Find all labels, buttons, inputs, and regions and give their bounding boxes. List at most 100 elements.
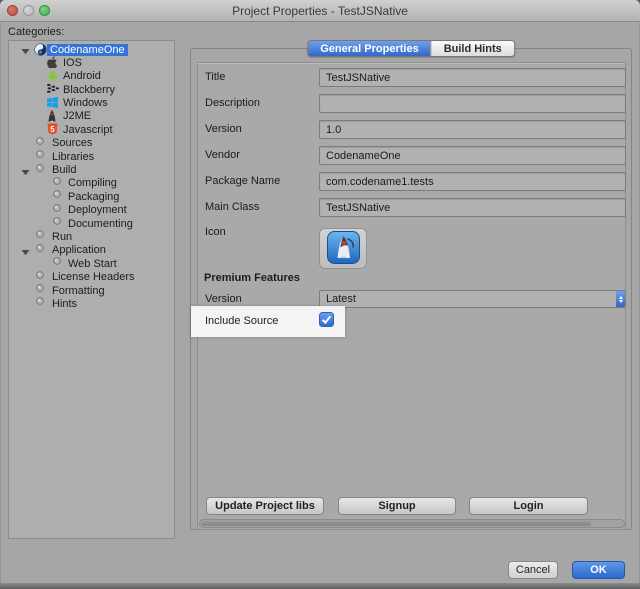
node-icon xyxy=(36,150,44,158)
window-title: Project Properties - TestJSNative xyxy=(232,4,408,18)
tree-item-label: Hints xyxy=(52,297,78,310)
version-field[interactable] xyxy=(319,120,626,139)
title-bar[interactable]: Project Properties - TestJSNative xyxy=(0,0,640,22)
android-icon xyxy=(47,70,58,82)
node-icon xyxy=(36,270,44,279)
node-icon xyxy=(53,203,61,212)
package-name-label: Package Name xyxy=(205,175,281,187)
horizontal-scrollbar[interactable] xyxy=(199,519,625,528)
description-field[interactable] xyxy=(319,94,626,113)
tree-item-libraries[interactable]: Libraries xyxy=(9,150,174,163)
update-project-libs-button[interactable]: Update Project libs xyxy=(206,497,324,515)
tree-item-label: IOS xyxy=(63,56,82,69)
tree-item-label: Windows xyxy=(63,97,108,110)
chevron-updown-icon xyxy=(616,291,625,307)
categories-tree[interactable]: CodenameOne IOS Android Blackberry Windows J2… xyxy=(8,40,175,539)
tree-item-label: CodenameOne xyxy=(47,43,128,56)
tree-item-ios[interactable]: IOS xyxy=(9,56,174,70)
premium-version-value: Latest xyxy=(326,293,356,305)
title-field[interactable] xyxy=(319,68,626,87)
tree-item-sources[interactable]: Sources xyxy=(9,136,174,150)
icon-field-label: Icon xyxy=(205,226,226,238)
node-icon xyxy=(36,244,44,252)
scrollbar-thumb[interactable] xyxy=(201,521,592,526)
tree-item-documenting[interactable]: Documenting xyxy=(9,217,174,230)
tree-item-windows[interactable]: Windows xyxy=(9,96,174,110)
login-button[interactable]: Login xyxy=(469,497,588,515)
tree-item-label: Build xyxy=(52,164,77,177)
tree-item-codenameone[interactable]: CodenameOne xyxy=(9,43,174,56)
tree-item-build[interactable]: Build xyxy=(9,163,174,177)
tree-item-label: Application xyxy=(52,244,106,257)
main-class-label: Main Class xyxy=(205,201,260,213)
tree-item-label: Compiling xyxy=(68,177,117,190)
node-icon xyxy=(36,284,44,292)
properties-panel: General PropertiesBuild Hints Title Descr… xyxy=(190,40,632,530)
node-icon xyxy=(53,177,61,185)
node-icon xyxy=(36,297,44,306)
tree-item-android[interactable]: Android xyxy=(9,70,174,83)
title-label: Title xyxy=(205,71,226,83)
tree-item-label: Javascript xyxy=(63,123,113,136)
windows-icon xyxy=(47,96,58,108)
version-label: Version xyxy=(205,123,242,135)
premium-version-label: Version xyxy=(205,293,242,305)
tree-item-application[interactable]: Application xyxy=(9,244,174,257)
package-name-field[interactable] xyxy=(319,172,626,191)
node-icon xyxy=(36,136,44,145)
tree-item-label: Sources xyxy=(52,137,93,150)
tree-item-j2me[interactable]: J2ME xyxy=(9,109,174,123)
node-icon xyxy=(53,217,61,225)
javascript-icon: 5 xyxy=(47,123,58,135)
tree-item-run[interactable]: Run xyxy=(9,230,174,243)
tree-item-license-headers[interactable]: License Headers xyxy=(9,270,174,284)
blackberry-icon xyxy=(47,83,59,94)
project-properties-dialog: Project Properties - TestJSNative Catego… xyxy=(0,0,640,589)
include-source-label: Include Source xyxy=(205,315,279,327)
node-icon xyxy=(36,163,44,172)
tree-item-label: Run xyxy=(52,230,73,243)
tree-item-label: Documenting xyxy=(68,217,133,230)
tree-item-label: Deployment xyxy=(68,204,127,217)
node-icon xyxy=(53,257,61,265)
properties-tab-bar[interactable]: General Properties Build Hints xyxy=(307,40,515,57)
vendor-label: Vendor xyxy=(205,149,240,161)
tree-item-web-start[interactable]: Web Start xyxy=(9,257,174,270)
tree-item-label: Packaging xyxy=(68,190,120,203)
tree-item-label: License Headers xyxy=(52,271,135,284)
cancel-button[interactable]: Cancel xyxy=(508,561,558,579)
svg-text:5: 5 xyxy=(50,125,55,134)
include-source-checkbox[interactable] xyxy=(319,312,334,327)
tab-build-hints[interactable]: Build Hints xyxy=(430,41,514,56)
tree-item-label: Libraries xyxy=(52,150,95,163)
window-bottom-edge xyxy=(0,583,640,589)
duke-app-icon xyxy=(326,230,360,267)
tree-item-label: Web Start xyxy=(68,257,117,270)
tree-item-label: Android xyxy=(63,70,101,83)
vendor-field[interactable] xyxy=(319,146,626,165)
tree-item-blackberry[interactable]: Blackberry xyxy=(9,83,174,96)
tree-item-formatting[interactable]: Formatting xyxy=(9,284,174,297)
premium-features-header: Premium Features xyxy=(204,272,300,284)
tree-item-deployment[interactable]: Deployment xyxy=(9,203,174,217)
ok-button[interactable]: OK xyxy=(572,561,625,579)
tree-item-label: Formatting xyxy=(52,284,105,297)
signup-button[interactable]: Signup xyxy=(338,497,456,515)
node-icon xyxy=(36,230,44,239)
main-class-field[interactable] xyxy=(319,198,626,217)
tree-item-compiling[interactable]: Compiling xyxy=(9,177,174,190)
node-icon xyxy=(53,190,61,199)
tree-item-label: J2ME xyxy=(63,110,92,123)
app-icon-button[interactable] xyxy=(319,228,367,269)
j2me-icon xyxy=(47,109,57,122)
premium-version-dropdown[interactable]: Latest xyxy=(319,290,626,308)
categories-label: Categories: xyxy=(8,26,65,38)
description-label: Description xyxy=(205,97,261,109)
codenameone-icon xyxy=(34,43,47,56)
tab-general-properties[interactable]: General Properties xyxy=(308,41,431,56)
tree-item-javascript[interactable]: 5 Javascript xyxy=(9,123,174,136)
tree-item-hints[interactable]: Hints xyxy=(9,297,174,310)
tree-item-packaging[interactable]: Packaging xyxy=(9,190,174,203)
apple-icon xyxy=(47,56,58,70)
tree-item-label: Blackberry xyxy=(63,83,115,96)
